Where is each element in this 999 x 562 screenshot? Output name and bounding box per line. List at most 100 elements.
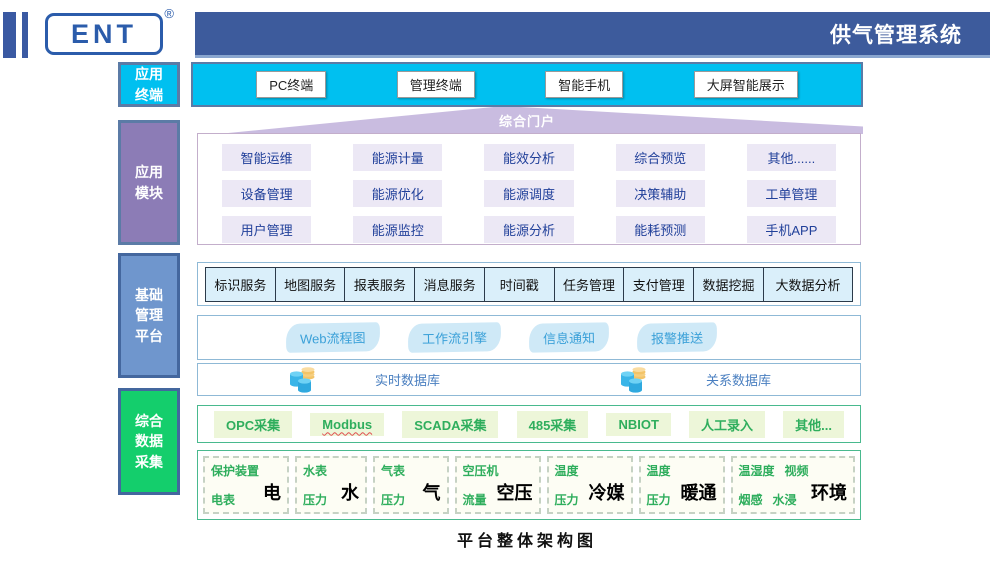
registered-trademark-icon: ® [164,6,174,21]
database-group: 关系数据库 [529,364,860,395]
module-item: 决策辅助 [616,180,705,207]
section-label-terminals: 应用终端 [118,62,180,107]
protocol-item: Modbus [310,413,384,436]
module-item: 能源优化 [353,180,442,207]
database-group: 实时数据库 [198,364,529,395]
device-cell: 温湿度视频 烟感水浸 环境 [731,456,856,514]
protocol-item: 人工录入 [689,411,765,438]
logo-text: ENT [71,19,137,50]
engine-tag: 工作流引擎 [407,322,501,353]
portal-label: 综合门户 [499,111,555,130]
module-item: 能源调度 [484,180,573,207]
modules-panel: 智能运维能源计量能效分析综合预览其他......设备管理能源优化能源调度决策辅助… [197,133,861,245]
portal-band: 综合门户 [191,107,863,134]
module-item: 能源监控 [353,216,442,243]
device-signal-label: 流量 [463,491,487,508]
engine-tag: 信息通知 [528,322,609,352]
device-category: 气 [423,479,441,505]
platform-architecture-diagram: ENT ® 供气管理系统 应用终端 应用模块 基础管理平台 综合数据采集 PC终… [0,0,999,562]
device-signal-line: 保护装置 [211,462,259,479]
device-signals: 保护装置 电表 [211,460,259,510]
protocol-item: NBIOT [606,413,670,436]
service-cell: 标识服务 [205,267,276,302]
service-cell: 大数据分析 [763,267,853,302]
logo-accent-bar-thin [22,12,28,58]
device-signal-label: 气表 [381,462,405,479]
protocol-item: 485采集 [517,411,589,438]
device-signals: 空压机 流量 [463,460,493,510]
terminal-item: 大屏智能展示 [694,71,798,98]
service-cell: 消息服务 [414,267,485,302]
service-cell: 任务管理 [554,267,625,302]
header-bar: 供气管理系统 [195,12,990,58]
section-label-collection: 综合数据采集 [118,388,180,495]
database-icon [618,366,648,394]
protocols-panel: OPC采集 Modbus SCADA采集 485采集 NBIOT 人工录入其他... [197,405,861,443]
service-cell: 报表服务 [344,267,415,302]
device-signal-label: 压力 [555,491,579,508]
device-signals: 温度 压力 [647,460,677,510]
diagram-caption: 平台整体架构图 [191,527,863,551]
services-panel: 标识服务地图服务报表服务消息服务时间戳任务管理支付管理数据挖掘大数据分析 [197,262,861,306]
section-label-platform: 基础管理平台 [118,253,180,378]
module-item: 能源计量 [353,144,442,171]
device-signal-label: 水表 [303,462,327,479]
module-item: 工单管理 [747,180,836,207]
engine-tag: 报警推送 [636,322,717,352]
device-signal-label: 保护装置 [211,462,259,479]
device-signal-label: 压力 [647,491,671,508]
device-signal-line: 压力 [381,491,419,508]
protocol-item: SCADA采集 [402,411,498,438]
terminal-item: 管理终端 [397,71,475,98]
device-signal-line: 温湿度视频 [739,462,808,479]
device-category: 暖通 [681,479,717,505]
device-cell: 温度 压力 冷媒 [547,456,633,514]
device-signal-label: 空压机 [463,462,499,479]
databases-panel: 实时数据库 关系数据库 [197,363,861,396]
module-item: 能源分析 [484,216,573,243]
device-cell: 温度 压力 暖通 [639,456,725,514]
module-item: 能耗预测 [616,216,705,243]
device-signal-label: 压力 [381,491,405,508]
devices-panel: 保护装置 电表 电 水表 压力 水 气表 压力 气 [197,450,861,520]
device-signal-label: 温度 [555,462,579,479]
device-signal-label: 压力 [303,491,327,508]
device-signals: 温度 压力 [555,460,585,510]
terminals-band: PC终端管理终端智能手机大屏智能展示 [191,62,863,107]
module-item: 其他...... [747,144,836,171]
terminal-item: PC终端 [256,71,326,98]
device-signals: 气表 压力 [381,460,419,510]
section-label-modules: 应用模块 [118,120,180,245]
device-signal-line: 烟感水浸 [739,491,808,508]
protocol-item: OPC采集 [214,411,292,438]
device-cell: 空压机 流量 空压 [455,456,541,514]
device-category: 空压 [497,479,533,505]
device-signals: 温湿度视频 烟感水浸 [739,460,808,510]
service-cell: 支付管理 [623,267,694,302]
device-signal-label: 电表 [211,491,235,508]
device-category: 冷媒 [589,479,625,505]
database-label: 实时数据库 [375,370,440,389]
system-title: 供气管理系统 [830,19,990,49]
module-item: 设备管理 [222,180,311,207]
device-signal-line: 气表 [381,462,419,479]
module-item: 综合预览 [616,144,705,171]
device-cell: 气表 压力 气 [373,456,449,514]
device-signal-label: 温度 [647,462,671,479]
device-cell: 保护装置 电表 电 [203,456,289,514]
device-signal-label: 水浸 [773,491,797,508]
device-signal-label: 烟感 [739,491,763,508]
engines-panel: Web流程图工作流引擎信息通知报警推送 [197,315,861,360]
service-cell: 时间戳 [484,267,555,302]
device-signal-line: 温度 [555,462,585,479]
database-icon [287,366,317,394]
protocol-item: 其他... [783,411,844,438]
device-category: 水 [341,479,359,505]
logo-accent-bar [3,12,16,58]
device-category: 环境 [811,479,847,505]
service-cell: 地图服务 [275,267,346,302]
device-signal-line: 压力 [555,491,585,508]
device-signal-line: 压力 [303,491,337,508]
device-category: 电 [263,479,281,505]
service-cell: 数据挖掘 [693,267,764,302]
